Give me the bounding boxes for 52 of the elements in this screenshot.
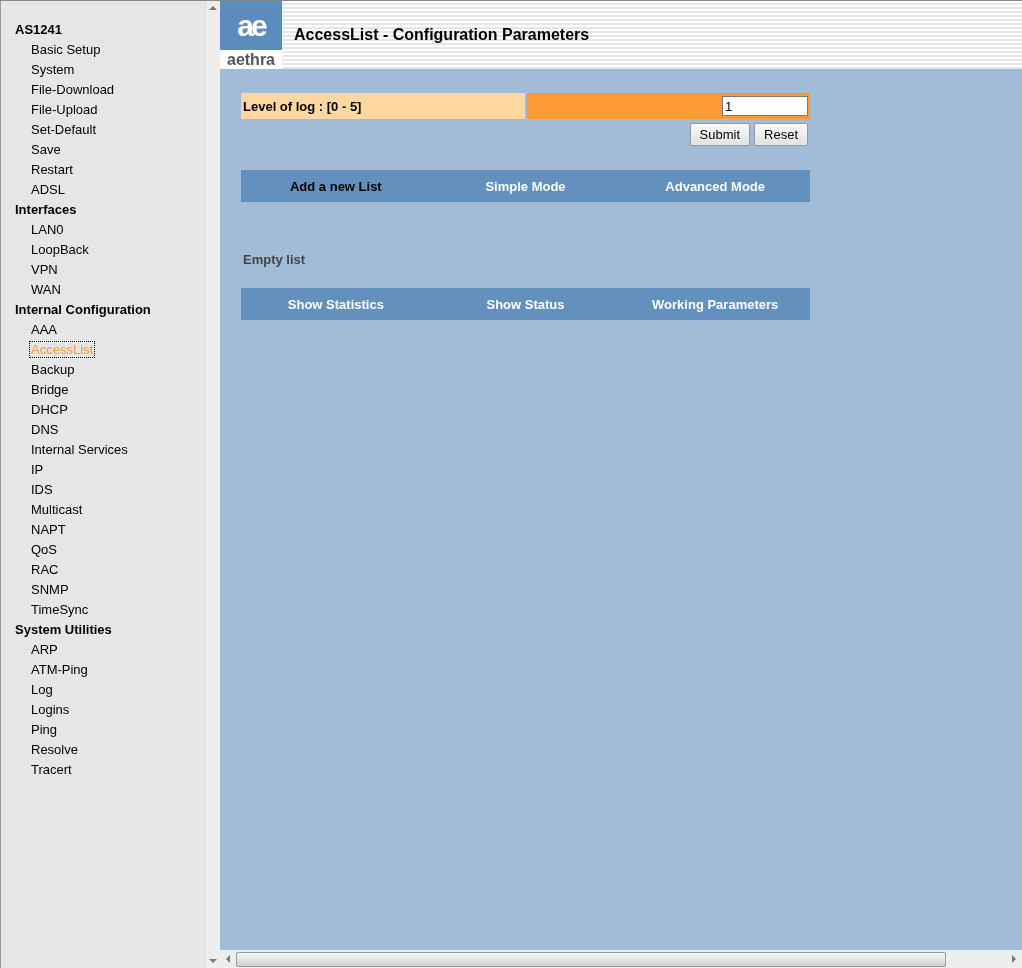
sidebar-group-title: System Utilities: [15, 621, 113, 639]
sidebar-item[interactable]: Tracert: [15, 760, 205, 780]
field-label: Level of log : [0 - 5]: [241, 93, 525, 119]
sidebar-item[interactable]: DNS: [15, 420, 205, 440]
sidebar-item[interactable]: LoopBack: [15, 240, 205, 260]
sidebar-item[interactable]: TimeSync: [15, 600, 205, 620]
scroll-up-icon[interactable]: [209, 5, 217, 11]
sidebar-group-title: AS1241: [15, 21, 63, 39]
sidebar-item[interactable]: NAPT: [15, 520, 205, 540]
sidebar-item[interactable]: QoS: [15, 540, 205, 560]
scroll-down-icon[interactable]: [209, 958, 217, 964]
sidebar-group-title: Internal Configuration: [15, 301, 152, 319]
list-status-text: Empty list: [243, 252, 306, 267]
sidebar-item[interactable]: System: [15, 60, 205, 80]
sidebar-item[interactable]: ATM-Ping: [15, 660, 205, 680]
sidebar-item[interactable]: Ping: [15, 720, 205, 740]
sidebar-item[interactable]: Save: [15, 140, 205, 160]
sidebar-item[interactable]: Bridge: [15, 380, 205, 400]
sidebar-item[interactable]: Resolve: [15, 740, 205, 760]
sidebar-item[interactable]: Basic Setup: [15, 40, 205, 60]
reset-button[interactable]: Reset: [754, 123, 808, 146]
sidebar-group-title: Interfaces: [15, 201, 78, 219]
sidebar-item[interactable]: Log: [15, 680, 205, 700]
sidebar-item[interactable]: Multicast: [15, 500, 205, 520]
sidebar-item[interactable]: DHCP: [15, 400, 205, 420]
horizontal-scrollbar[interactable]: [220, 950, 1022, 968]
sidebar-item[interactable]: Backup: [15, 360, 205, 380]
sidebar-item[interactable]: File-Upload: [15, 100, 205, 120]
submit-button[interactable]: Submit: [689, 123, 751, 146]
sidebar-item[interactable]: LAN0: [15, 220, 205, 240]
sidebar-item[interactable]: RAC: [15, 560, 205, 580]
mode-tab[interactable]: Add a new List: [241, 170, 431, 202]
page-title: AccessList - Configuration Parameters: [294, 26, 590, 44]
logo: ae aethra: [220, 1, 282, 69]
sidebar-item[interactable]: Internal Services: [15, 440, 205, 460]
scroll-right-icon[interactable]: [1011, 955, 1017, 963]
sidebar-item[interactable]: IP: [15, 460, 205, 480]
sidebar-item[interactable]: VPN: [15, 260, 205, 280]
scroll-thumb[interactable]: [236, 951, 946, 967]
sidebar-item[interactable]: ADSL: [15, 180, 205, 200]
vertical-scrollbar[interactable]: [205, 1, 220, 968]
scroll-left-icon[interactable]: [225, 955, 231, 963]
sidebar-item[interactable]: Logins: [15, 700, 205, 720]
sidebar-item[interactable]: AAA: [15, 320, 205, 340]
sidebar-item[interactable]: ARP: [15, 640, 205, 660]
sidebar-item[interactable]: IDS: [15, 480, 205, 500]
log-level-input[interactable]: 1: [722, 96, 808, 116]
sidebar-item[interactable]: SNMP: [15, 580, 205, 600]
sidebar-item[interactable]: Set-Default: [15, 120, 205, 140]
sidebar-item[interactable]: File-Download: [15, 80, 205, 100]
sidebar-item[interactable]: WAN: [15, 280, 205, 300]
sidebar-item[interactable]: Restart: [15, 160, 205, 180]
